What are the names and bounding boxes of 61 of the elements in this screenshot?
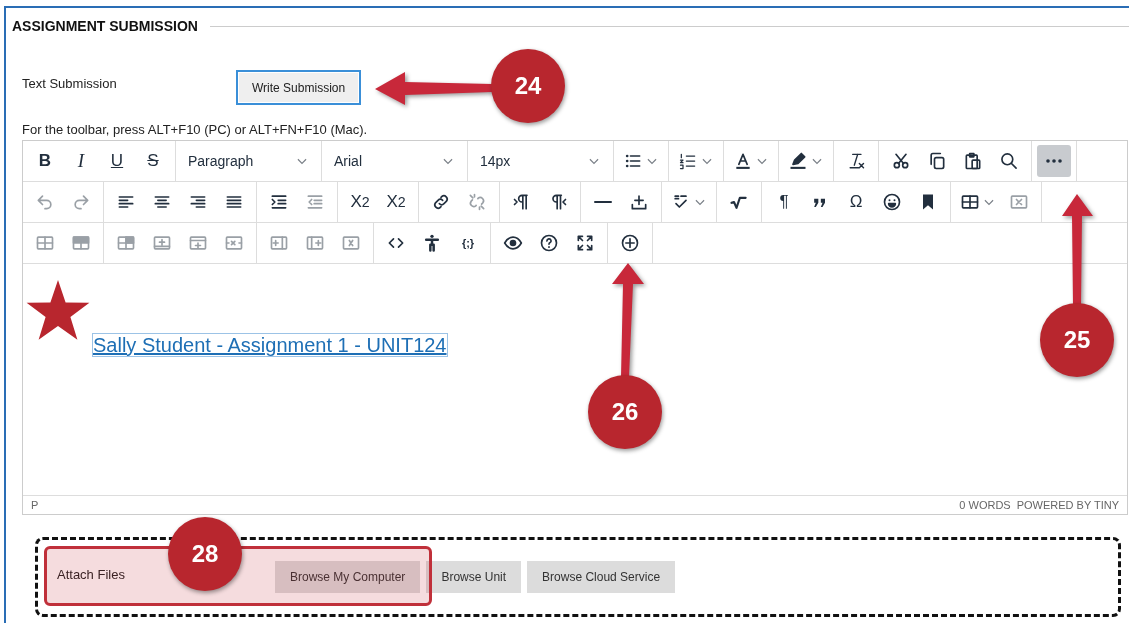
clipboard-icon bbox=[963, 151, 983, 171]
field-label: Text Submission bbox=[21, 75, 118, 91]
link-icon bbox=[431, 192, 451, 212]
copy-icon bbox=[927, 151, 947, 171]
insert-tray-icon bbox=[629, 192, 649, 212]
step-number-badge: 24 bbox=[491, 49, 565, 123]
help-icon bbox=[539, 233, 559, 253]
star-icon bbox=[26, 280, 90, 340]
broken-link-icon bbox=[467, 192, 487, 212]
powered-by-text[interactable]: POWERED BY TINY bbox=[1016, 499, 1119, 511]
smiley-icon bbox=[882, 192, 902, 212]
table-header-row-icon bbox=[71, 233, 91, 253]
paragraph-mark-button[interactable]: ¶ bbox=[767, 186, 801, 218]
highlighter-icon bbox=[788, 151, 808, 171]
plus-circle-icon bbox=[620, 233, 640, 253]
scissors-icon bbox=[891, 151, 911, 171]
template-button[interactable]: {;} bbox=[451, 227, 485, 259]
more-button[interactable] bbox=[1037, 145, 1071, 177]
accessibility-icon bbox=[422, 233, 442, 253]
browse-button[interactable]: Browse Unit bbox=[426, 561, 522, 593]
step-number-badge: 26 bbox=[588, 375, 662, 449]
format-dropdown[interactable]: Arial bbox=[326, 145, 463, 177]
word-count: 0 WORDS bbox=[959, 499, 1011, 511]
format-dropdown[interactable]: 14px bbox=[472, 145, 609, 177]
outdent-icon bbox=[305, 192, 325, 212]
browse-button[interactable]: Browse Cloud Service bbox=[527, 561, 676, 593]
table-cell-icon bbox=[116, 233, 136, 253]
step-number-badge: 25 bbox=[1040, 303, 1114, 377]
table-icon bbox=[960, 192, 980, 212]
section-title: ASSIGNMENT SUBMISSION bbox=[12, 18, 198, 34]
undo-icon bbox=[35, 192, 55, 212]
table-insert-column-after-icon bbox=[305, 233, 325, 253]
italic-button[interactable]: I bbox=[64, 145, 98, 177]
field-label: Attach Files bbox=[57, 566, 126, 582]
table-row-icon bbox=[35, 233, 55, 253]
table-insert-column-before-icon bbox=[269, 233, 289, 253]
element-path: P bbox=[31, 499, 39, 511]
numbered-list-icon bbox=[678, 151, 698, 171]
table-insert-above-icon bbox=[152, 233, 172, 253]
toolbar-hint: For the toolbar, press ALT+F10 (PC) or ALT+FN+F10 (Mac). bbox=[22, 122, 369, 137]
horizontal-line-icon bbox=[594, 200, 612, 204]
write-submission-button[interactable]: Write Submission bbox=[236, 70, 362, 105]
format-dropdown[interactable]: Paragraph bbox=[180, 145, 317, 177]
bold-button[interactable]: B bbox=[28, 145, 62, 177]
table-delete-column-icon bbox=[341, 233, 361, 253]
eye-icon bbox=[503, 233, 523, 253]
step-number-badge: 28 bbox=[168, 517, 242, 591]
fullscreen-icon bbox=[575, 233, 595, 253]
indent-icon bbox=[269, 192, 289, 212]
table-delete-icon bbox=[1009, 192, 1029, 212]
underline-button[interactable]: U bbox=[100, 145, 134, 177]
special-character-button[interactable]: Ω bbox=[839, 186, 873, 218]
document-link[interactable]: Sally Student - Assignment 1 - UNIT124 bbox=[93, 334, 447, 356]
strikethrough-button[interactable]: S bbox=[136, 145, 170, 177]
text-color-icon bbox=[733, 151, 753, 171]
table-delete-row-icon bbox=[224, 233, 244, 253]
more-icon bbox=[1045, 158, 1063, 164]
table-insert-below-icon bbox=[188, 233, 208, 253]
redo-icon bbox=[71, 192, 91, 212]
browse-button[interactable]: Browse My Computer bbox=[275, 561, 421, 593]
search-icon bbox=[999, 151, 1019, 171]
